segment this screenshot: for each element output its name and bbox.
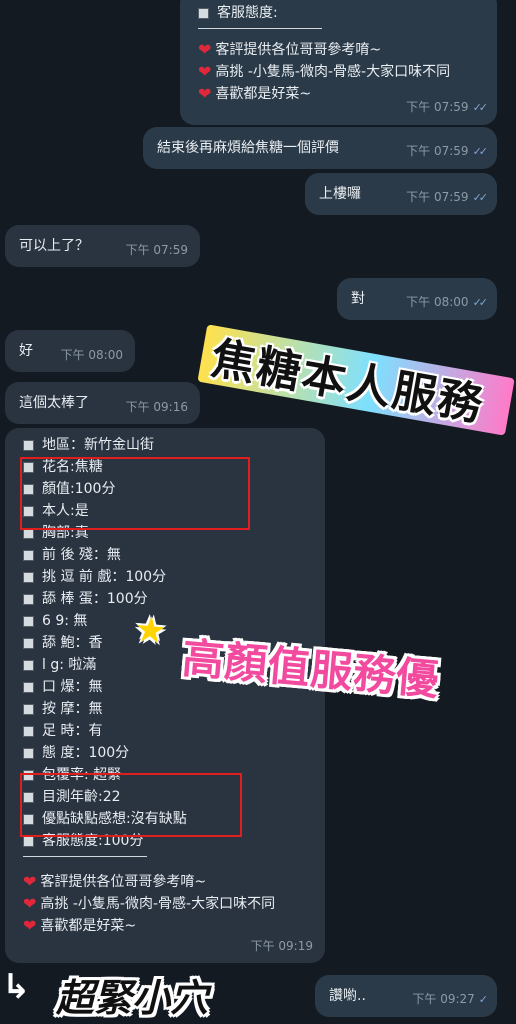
message-meta: 下午 07:59 ✓✓ [406, 186, 489, 209]
review-item: 舔 棒 蛋：100分 [23, 588, 275, 610]
black-square-icon [23, 615, 34, 627]
message-meta: 下午 07:59 ✓✓ [406, 140, 489, 163]
service-label: 客服態度: [217, 5, 278, 21]
banner-text: 高顏值服務優 [180, 633, 442, 705]
red-heart-icon: ❤ [198, 84, 212, 103]
message-text: 可以上了？ [19, 238, 89, 254]
timestamp: 下午 08:00 [60, 348, 123, 362]
black-square-icon [23, 439, 34, 451]
timestamp: 下午 09:19 [250, 939, 313, 953]
star-icon: ★ [132, 608, 169, 653]
service-attitude-row: 客服態度: [198, 2, 450, 24]
message-meta: 下午 08:00 ✓✓ [406, 291, 489, 314]
highlight-box-profile [20, 457, 250, 530]
message-line: 高挑 -小隻馬-微肉-骨感-大家口味不同 [40, 896, 276, 912]
black-square-icon [23, 681, 34, 693]
outgoing-message[interactable]: 上樓囉 下午 07:59 ✓✓ [305, 173, 497, 215]
black-square-icon [23, 549, 34, 561]
timestamp: 下午 09:16 [125, 400, 188, 414]
banner-text: 超緊小穴 [56, 976, 209, 1020]
review-item: 態 度：100分 [23, 742, 275, 764]
black-square-icon [23, 725, 34, 737]
message-line: 客評提供各位哥哥參考唷~ [40, 874, 207, 890]
timestamp: 下午 07:59 [406, 100, 469, 114]
message-meta: 下午 08:00 [61, 344, 123, 366]
incoming-message[interactable]: 好 下午 08:00 [5, 330, 135, 372]
black-square-icon [198, 7, 209, 19]
check-icon: ✓ [478, 993, 488, 1006]
message-line: 喜歡都是好菜~ [40, 918, 137, 934]
divider [23, 856, 147, 857]
message-text: 對 [351, 291, 365, 307]
review-item: 按 摩：無 [23, 698, 275, 720]
message-meta: 下午 09:27 ✓ [412, 988, 488, 1011]
timestamp: 下午 07:59 [125, 243, 188, 257]
red-heart-icon: ❤ [23, 872, 37, 891]
message-line: 高挑 -小隻馬-微肉-骨感-大家口味不同 [215, 64, 451, 80]
review-item: 前 後 殘：無 [23, 544, 275, 566]
message-meta: 下午 07:59 ✓✓ [406, 96, 489, 119]
highlight-box-fit [20, 773, 242, 837]
divider [198, 28, 322, 29]
timestamp: 下午 09:27 [412, 992, 475, 1006]
message-meta: 下午 09:19 [251, 935, 313, 957]
message-meta: 下午 07:59 [126, 239, 188, 261]
banner-text: 焦糖本人服務 [207, 332, 488, 432]
arrow-icon: ↳ [2, 967, 31, 1007]
outgoing-message[interactable]: 讚喲.. 下午 09:27 ✓ [315, 975, 497, 1017]
double-check-icon: ✓✓ [472, 101, 489, 114]
message-text: 這個太棒了 [19, 395, 89, 411]
message-text: 讚喲.. [329, 988, 366, 1004]
message-line: 喜歡都是好菜~ [215, 86, 312, 102]
review-item: 足 時：有 [23, 720, 275, 742]
red-heart-icon: ❤ [198, 40, 212, 59]
black-square-icon [23, 593, 34, 605]
double-check-icon: ✓✓ [472, 296, 489, 309]
banner-sticker-bottom: ↳ 超緊小穴 [0, 965, 250, 1020]
black-square-icon [23, 835, 34, 847]
red-heart-icon: ❤ [198, 62, 212, 81]
timestamp: 下午 07:59 [406, 190, 469, 204]
black-square-icon [23, 571, 34, 583]
red-heart-icon: ❤ [23, 894, 37, 913]
black-square-icon [23, 747, 34, 759]
message-text: 好 [19, 343, 33, 359]
black-square-icon [23, 659, 34, 671]
black-square-icon [23, 637, 34, 649]
black-square-icon [23, 703, 34, 715]
timestamp: 下午 08:00 [406, 295, 469, 309]
message-text: 結束後再麻煩給焦糖一個評價 [157, 140, 339, 156]
outgoing-message-service[interactable]: 客服態度: ❤ 客評提供各位哥哥參考唷~ ❤ 高挑 -小隻馬-微肉-骨感-大家口味不… [180, 0, 497, 125]
message-text: 上樓囉 [319, 186, 361, 202]
incoming-message[interactable]: 這個太棒了 下午 09:16 [5, 382, 200, 424]
double-check-icon: ✓✓ [472, 145, 489, 158]
outgoing-message[interactable]: 結束後再麻煩給焦糖一個評價 下午 07:59 ✓✓ [143, 127, 497, 169]
double-check-icon: ✓✓ [472, 191, 489, 204]
message-line: 客評提供各位哥哥參考唷~ [215, 42, 382, 58]
incoming-message[interactable]: 可以上了？ 下午 07:59 [5, 225, 200, 267]
outgoing-message[interactable]: 對 下午 08:00 ✓✓ [337, 278, 497, 320]
review-item: 地區：新竹金山街 [23, 434, 275, 456]
timestamp: 下午 07:59 [406, 144, 469, 158]
message-meta: 下午 09:16 [126, 396, 188, 418]
review-item: 挑 逗 前 戲：100分 [23, 566, 275, 588]
red-heart-icon: ❤ [23, 916, 37, 935]
